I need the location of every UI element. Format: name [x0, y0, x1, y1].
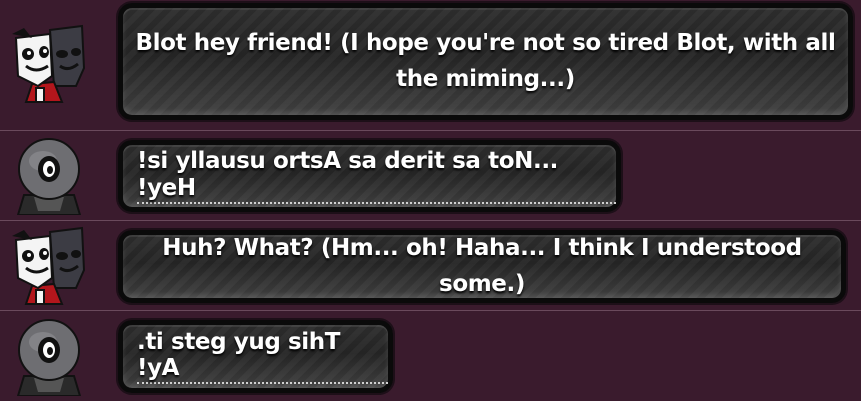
blot-avatar-icon: [10, 24, 88, 104]
message-text: Huh? What? (Hm... oh! Haha... I think I …: [162, 234, 802, 297]
mime-avatar-icon: [10, 135, 88, 215]
message-row: .ti steg yug sihT !yA: [0, 311, 861, 401]
message-row: !si yllausu ortsA sa derit sa toN... !ye…: [0, 131, 861, 220]
mime-avatar-icon: [10, 316, 88, 396]
blot-avatar-icon: [10, 226, 88, 306]
message-text: !si yllausu ortsA sa derit sa toN... !ye…: [137, 148, 616, 204]
message-row: Blot hey friend! (I hope you're not so t…: [0, 0, 861, 130]
message-bubble: .ti steg yug sihT !yA: [118, 320, 393, 393]
message-text: .ti steg yug sihT !yA: [137, 329, 388, 385]
message-text: Blot hey friend! (I hope you're not so t…: [135, 29, 836, 92]
chat-log: Blot hey friend! (I hope you're not so t…: [0, 0, 861, 401]
message-bubble: Huh? What? (Hm... oh! Haha... I think I …: [118, 230, 846, 303]
message-bubble: !si yllausu ortsA sa derit sa toN... !ye…: [118, 140, 621, 212]
message-row: Huh? What? (Hm... oh! Haha... I think I …: [0, 221, 861, 310]
message-bubble: Blot hey friend! (I hope you're not so t…: [118, 3, 853, 120]
